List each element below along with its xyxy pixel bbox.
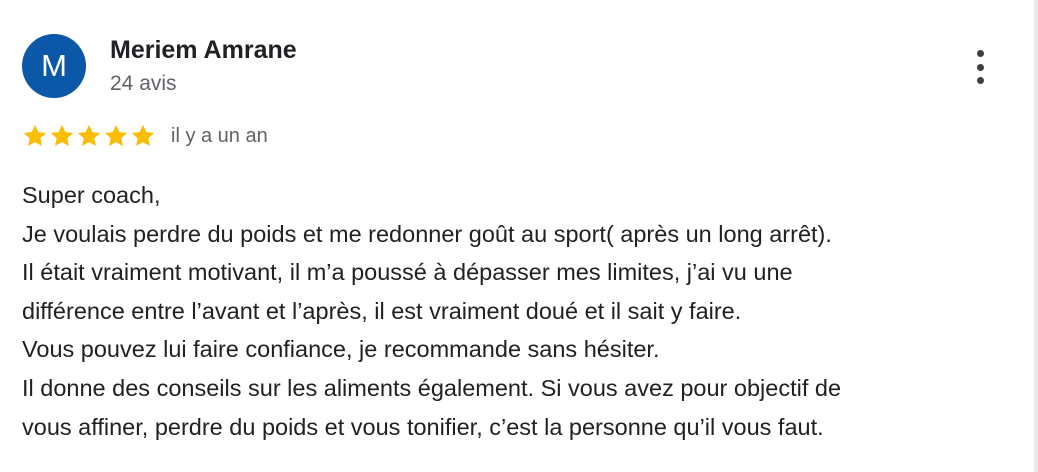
- star-icon: [77, 124, 101, 146]
- star-icon: [50, 124, 74, 146]
- review-text-line: vous affiner, perdre du poids et vous to…: [22, 413, 824, 440]
- review-text-line: Vous pouvez lui faire confiance, je reco…: [22, 336, 660, 363]
- star-rating: [22, 123, 157, 149]
- review-text-line: différence entre l’avant et l’après, il …: [22, 297, 742, 324]
- review-text-line: Je voulais perdre du poids et me redonne…: [22, 220, 832, 247]
- author-review-count: 24 avis: [110, 72, 177, 95]
- review-text-line: Super coach,: [22, 182, 161, 208]
- star-icon: [131, 124, 155, 146]
- avatar[interactable]: M: [22, 34, 86, 98]
- review-card: M Meriem Amrane 24 avis il y a un an Sup…: [0, 0, 1034, 472]
- more-vert-icon-dot: [976, 77, 984, 84]
- scrollbar-track: [1034, 0, 1038, 472]
- review-text: Super coach, Je voulais perdre du poids e…: [22, 176, 1022, 446]
- author-name[interactable]: Meriem Amrane: [110, 34, 297, 66]
- star-icon: [23, 124, 47, 146]
- more-vert-icon-dot: [976, 63, 984, 71]
- avatar-initial: M: [41, 48, 67, 83]
- more-vert-icon: [976, 50, 984, 57]
- review-text-line: Il était vraiment motivant, il m’a pouss…: [22, 259, 793, 286]
- review-text-line: Il donne des conseils sur les aliments é…: [22, 374, 842, 401]
- rating-row: il y a un an: [22, 121, 268, 151]
- more-options-button[interactable]: [962, 46, 998, 88]
- star-icon: [104, 124, 128, 146]
- review-date: il y a un an: [171, 125, 268, 147]
